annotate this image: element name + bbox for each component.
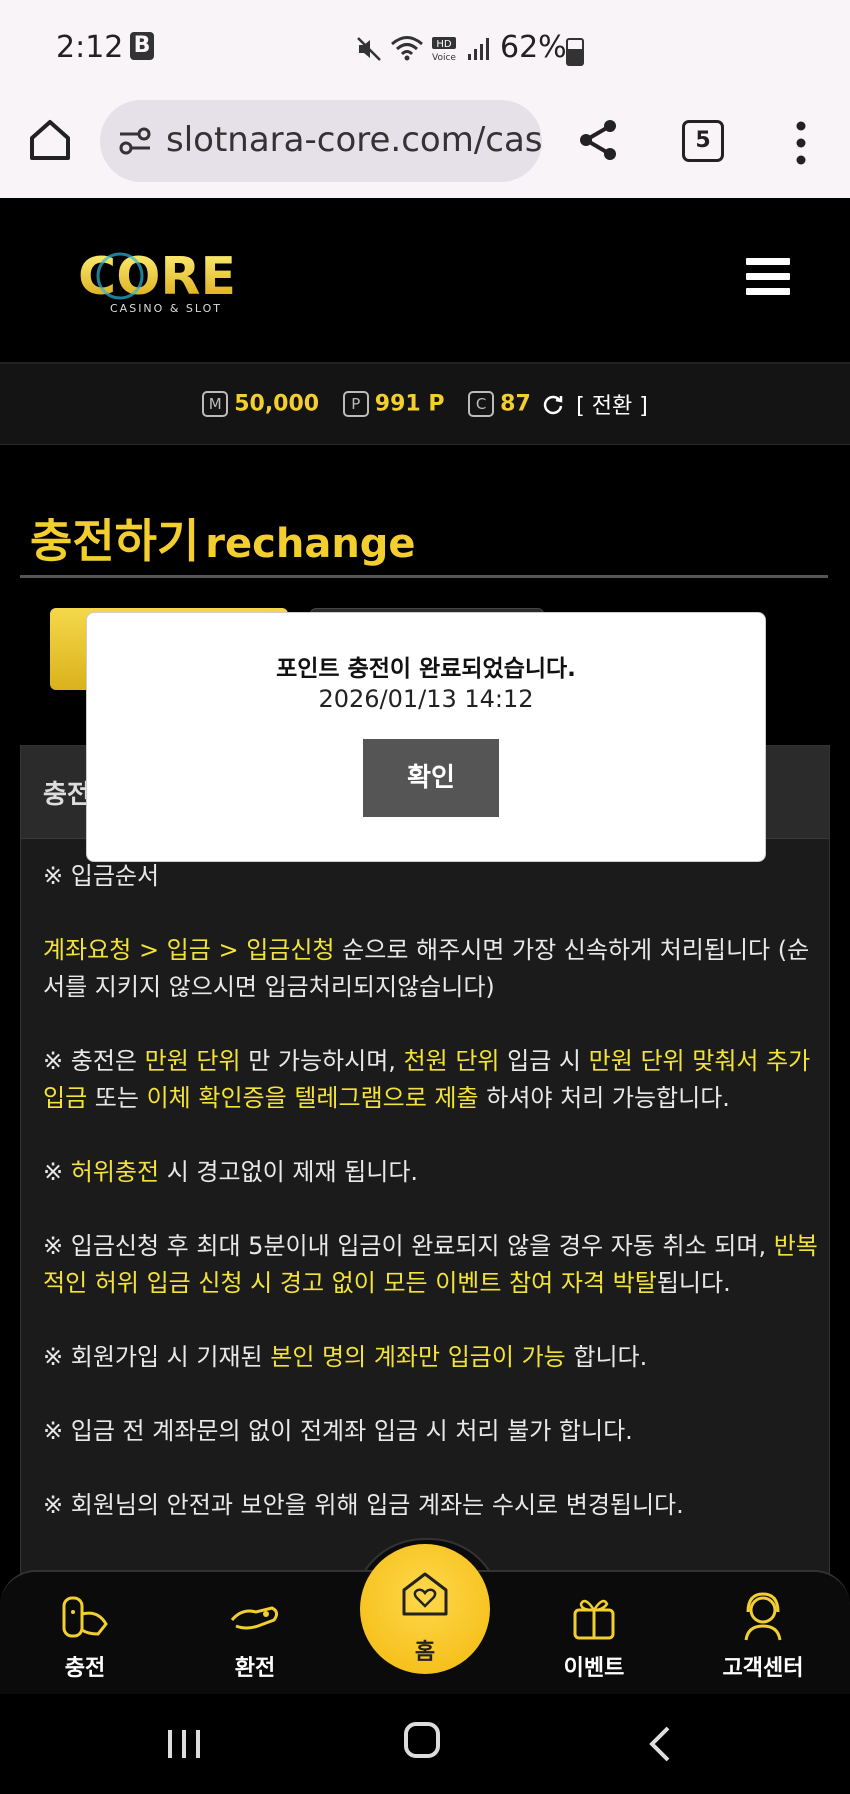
money-balance: M 50,000	[202, 391, 319, 417]
point-icon: P	[342, 391, 369, 417]
comp-icon: C	[468, 391, 495, 417]
logo-subtext: CASINO & SLOT	[110, 302, 222, 315]
site-header: CORE CASINO & SLOT	[0, 198, 850, 364]
hamburger-menu-icon[interactable]	[746, 258, 790, 296]
nav-home-label: 홈	[414, 1640, 436, 1665]
deposit-icon	[62, 1596, 108, 1638]
support-icon	[744, 1592, 782, 1641]
money-value: 50,000	[234, 391, 320, 417]
title-divider	[20, 575, 828, 578]
page-title-en: rechange	[205, 521, 416, 567]
nav-withdraw[interactable]: 환전	[190, 1590, 320, 1682]
comp-value: 87	[500, 391, 531, 417]
money-icon: M	[202, 391, 229, 417]
site-settings-icon[interactable]	[118, 126, 152, 156]
browser-toolbar: slotnara-core.com/cas 5	[0, 96, 850, 199]
more-menu-icon[interactable]	[786, 120, 816, 166]
nav-home[interactable]: 홈	[360, 1544, 490, 1674]
balance-bar: M 50,000 P 991 P C 87 [ 전환 ]	[0, 364, 850, 445]
status-time: 2:12	[56, 30, 124, 65]
alert-timestamp: 2026/01/13 14:12	[318, 685, 534, 713]
deposit-notice: ※ 입금순서 계좌요청 > 입금 > 입금신청 순으로 해주시면 가장 신속하게…	[43, 858, 823, 1561]
notice-section-title: ※ 입금순서	[43, 862, 160, 890]
confirm-button[interactable]: 확인	[363, 739, 499, 817]
notice-paragraph-5: ※ 회원가입 시 기재된 본인 명의 계좌만 입금이 가능 합니다.	[43, 1343, 648, 1371]
address-bar[interactable]: slotnara-core.com/cas	[100, 100, 542, 182]
nav-deposit[interactable]: 충전	[20, 1590, 150, 1682]
system-nav-bar	[0, 1694, 850, 1794]
battery-percent: 62%	[500, 30, 567, 65]
notice-paragraph-2: ※ 충전은 만원 단위 만 가능하시며, 천원 단위 입금 시 만원 단위 맞춰…	[43, 1047, 811, 1112]
page-title-ko: 충전하기	[30, 514, 200, 568]
svg-text:HD: HD	[436, 39, 452, 50]
b-notification-icon: B	[130, 32, 154, 60]
comp-balance: C 87 [ 전환 ]	[468, 388, 648, 420]
tab-switcher-button[interactable]: 5	[682, 120, 724, 162]
url-text[interactable]: slotnara-core.com/cas	[166, 120, 542, 160]
wifi-icon	[391, 36, 423, 61]
gift-icon	[573, 1599, 615, 1640]
notice-paragraph-3: ※ 허위충전 시 경고없이 제재 됩니다.	[43, 1158, 419, 1186]
core-logo[interactable]: CORE CASINO & SLOT	[62, 248, 252, 318]
svg-text:Voice: Voice	[432, 53, 456, 62]
signal-icon	[468, 38, 489, 60]
nav-deposit-label: 충전	[64, 1656, 106, 1681]
share-icon[interactable]	[574, 116, 622, 164]
system-home-icon[interactable]	[404, 1722, 440, 1758]
notice-paragraph-1: 계좌요청 > 입금 > 입금신청 순으로 해주시면 가장 신속하게 처리됩니다 …	[43, 936, 810, 1001]
recent-apps-icon[interactable]	[166, 1728, 202, 1760]
point-value: 991 P	[374, 391, 445, 417]
mute-icon	[357, 37, 381, 61]
nav-event-label: 이벤트	[563, 1656, 625, 1681]
page-title: 충전하기 rechange	[30, 505, 416, 571]
alert-message: 포인트 충전이 완료되었습니다.	[276, 656, 576, 682]
withdraw-icon	[230, 1606, 279, 1630]
home-heart-icon	[402, 1572, 448, 1616]
recharge-panel: 충전 ※ 입금순서 계좌요청 > 입금 > 입금신청 순으로 해주시면 가장 신…	[20, 745, 830, 1647]
convert-button[interactable]: [ 전환 ]	[576, 394, 648, 419]
logo-text: CORE	[78, 248, 236, 307]
notice-paragraph-6: ※ 입금 전 계좌문의 없이 전계좌 입금 시 처리 불가 합니다.	[43, 1417, 633, 1445]
alert-dialog: 포인트 충전이 완료되었습니다. 2026/01/13 14:12 확인	[86, 612, 766, 862]
panel-header-title: 충전	[43, 780, 91, 810]
nav-event[interactable]: 이벤트	[529, 1590, 659, 1682]
point-balance: P 991 P	[342, 391, 445, 417]
nav-support-label: 고객센터	[722, 1656, 804, 1681]
browser-home-icon[interactable]	[26, 116, 74, 164]
battery-icon	[566, 38, 584, 66]
refresh-icon[interactable]	[542, 393, 564, 415]
back-icon[interactable]	[648, 1724, 672, 1764]
status-bar: 2:12 B HD Voice 62%	[0, 0, 850, 96]
hd-voice-icon: HD Voice	[432, 37, 456, 62]
notice-paragraph-7: ※ 회원님의 안전과 보안을 위해 입금 계좌는 수시로 변경됩니다.	[43, 1491, 684, 1519]
notice-paragraph-4: ※ 입금신청 후 최대 5분이내 입금이 완료되지 않을 경우 자동 취소 되며…	[43, 1232, 818, 1297]
nav-withdraw-label: 환전	[234, 1656, 276, 1681]
nav-support[interactable]: 고객센터	[698, 1590, 828, 1682]
